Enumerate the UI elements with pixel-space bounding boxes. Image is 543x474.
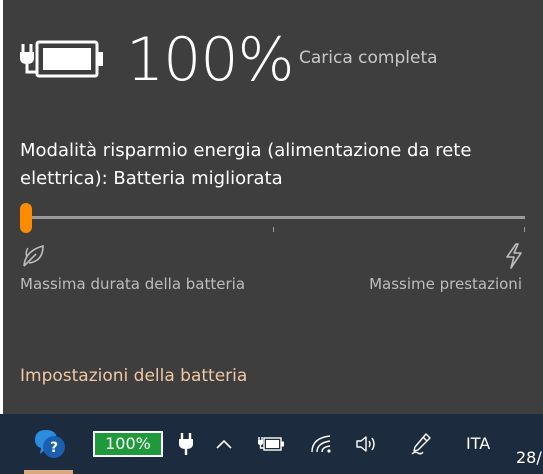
network-button[interactable] xyxy=(308,414,336,474)
battery-flyout: 100% Carica completa Modalità risparmio … xyxy=(3,0,543,414)
slider-thumb[interactable] xyxy=(20,203,32,233)
slider-tick xyxy=(524,227,525,232)
help-app-button[interactable]: ? xyxy=(28,414,72,474)
svg-text:?: ? xyxy=(50,440,58,456)
pen-icon xyxy=(411,433,431,455)
battery-tray-button[interactable] xyxy=(254,414,288,474)
leaf-icon xyxy=(23,244,44,267)
power-mode-title: Modalità risparmio energia (alimentazion… xyxy=(20,140,472,189)
lightning-icon xyxy=(506,243,522,269)
battery-settings-link[interactable]: Impostazioni della batteria xyxy=(20,366,247,386)
battery-percent-badge[interactable]: 100% xyxy=(93,431,163,457)
battery-icon xyxy=(258,437,284,451)
battery-plugged-full-icon xyxy=(20,40,103,78)
show-hidden-icons-button[interactable] xyxy=(210,414,238,474)
battery-percentage: 100% xyxy=(126,25,295,95)
power-plug-button[interactable] xyxy=(172,414,200,474)
volume-button[interactable] xyxy=(352,414,382,474)
min-battery-label: Massima durata della batteria xyxy=(20,275,246,293)
power-mode-slider[interactable] xyxy=(20,201,525,235)
taskbar: ? 100% ITA 28/ xyxy=(0,414,543,474)
taskbar-clock[interactable]: 28/ xyxy=(516,448,542,467)
max-performance-label: Massime prestazioni xyxy=(369,275,522,293)
plug-icon xyxy=(179,433,193,455)
slider-tick xyxy=(273,227,274,232)
slider-track xyxy=(20,216,525,219)
input-language-button[interactable]: ITA xyxy=(466,434,490,453)
wifi-icon xyxy=(311,435,331,453)
pen-workspace-button[interactable] xyxy=(406,414,436,474)
battery-status: Carica completa xyxy=(299,48,438,68)
help-chat-icon: ? xyxy=(35,430,65,458)
chevron-up-icon xyxy=(216,439,232,449)
volume-icon xyxy=(356,436,375,452)
